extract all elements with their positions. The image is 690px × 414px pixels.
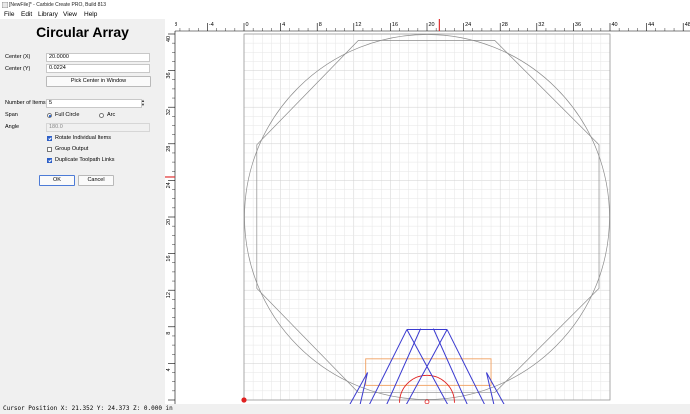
group-output-label: Group Output <box>55 146 89 152</box>
x-tick-label: 24 <box>465 22 471 28</box>
design-canvas[interactable]: -8-4048121620242832364044484036322824201… <box>165 19 690 404</box>
y-tick-label: 24 <box>166 182 172 188</box>
arc-label: Arc <box>107 112 116 118</box>
y-tick-label: 12 <box>166 292 172 298</box>
menu-help[interactable]: Help <box>84 10 97 19</box>
y-tick-label: 32 <box>166 109 172 115</box>
rotate-items-label: Rotate Individual Items <box>55 135 111 141</box>
menu-file[interactable]: File <box>4 10 14 19</box>
center-y-input[interactable]: 0.0224 <box>46 64 150 73</box>
cancel-button[interactable]: Cancel <box>78 175 114 186</box>
left-ruler <box>165 31 175 404</box>
y-tick-label: 4 <box>166 368 172 371</box>
arc-radio[interactable] <box>99 113 104 118</box>
ok-button[interactable]: OK <box>39 175 75 186</box>
grid <box>243 33 611 401</box>
x-tick-label: 44 <box>648 22 654 28</box>
x-tick-label: 12 <box>355 22 361 28</box>
duplicate-links-checkbox[interactable] <box>47 158 52 163</box>
center-y-label: Center (Y) <box>5 66 31 72</box>
menu-view[interactable]: View <box>63 10 77 19</box>
angle-label: Angle <box>5 124 20 130</box>
duplicate-links-label: Duplicate Toolpath Links <box>55 157 115 163</box>
x-tick-label: 0 <box>246 22 249 28</box>
menu-library[interactable]: Library <box>38 10 58 19</box>
window-title: [NewFile]* - Carbide Create PRO, Build 8… <box>9 2 106 8</box>
x-tick-label: 32 <box>538 22 544 28</box>
panel-title: Circular Array <box>36 24 129 40</box>
span-label: Span <box>5 112 18 118</box>
canvas-svg[interactable]: -8-4048121620242832364044484036322824201… <box>165 19 690 404</box>
ruler-corner <box>165 19 175 31</box>
group-output-checkbox[interactable] <box>47 147 52 152</box>
angle-input: 180.0 <box>46 123 150 132</box>
number-of-items-input[interactable]: 5 <box>46 99 142 108</box>
x-tick-label: -4 <box>209 22 214 28</box>
x-tick-label: 16 <box>392 22 398 28</box>
y-tick-label: 20 <box>166 219 172 225</box>
app-icon <box>2 2 8 8</box>
number-of-items-spinner[interactable]: ▲ ▼ <box>140 99 146 107</box>
x-tick-label: 36 <box>575 22 581 28</box>
y-tick-label: 36 <box>166 72 172 78</box>
x-tick-label: 8 <box>319 22 322 28</box>
cursor-position-text: Cursor Position X: 21.352 Y: 24.373 Z: 0… <box>3 405 173 412</box>
x-tick-label: 4 <box>282 22 285 28</box>
full-circle-label: Full Circle <box>55 112 80 118</box>
menu-bar: File Edit Library View Help <box>0 10 690 19</box>
status-bar: Cursor Position X: 21.352 Y: 24.373 Z: 0… <box>0 404 690 414</box>
center-x-label: Center (X) <box>5 54 31 60</box>
menu-edit[interactable]: Edit <box>21 10 32 19</box>
toolpath-rect <box>365 358 492 386</box>
y-tick-label: 16 <box>166 255 172 261</box>
title-bar: [NewFile]* - Carbide Create PRO, Build 8… <box>0 0 690 10</box>
x-tick-label: 28 <box>502 22 508 28</box>
number-of-items-label: Number of Items <box>5 100 46 106</box>
circular-array-panel: Circular Array Center (X) 20.0000 Center… <box>0 19 166 404</box>
x-tick-label: 48 <box>685 22 690 28</box>
y-tick-label: 28 <box>166 146 172 152</box>
y-tick-label: 8 <box>166 332 172 335</box>
x-tick-label: 40 <box>612 22 618 28</box>
y-tick-label: 40 <box>166 36 172 42</box>
x-tick-label: 20 <box>429 22 435 28</box>
full-circle-radio[interactable] <box>47 113 52 118</box>
origin-marker <box>241 397 247 403</box>
pick-center-button[interactable]: Pick Center in Window <box>46 76 151 87</box>
center-x-input[interactable]: 20.0000 <box>46 53 150 62</box>
rotate-items-checkbox[interactable] <box>47 136 52 141</box>
